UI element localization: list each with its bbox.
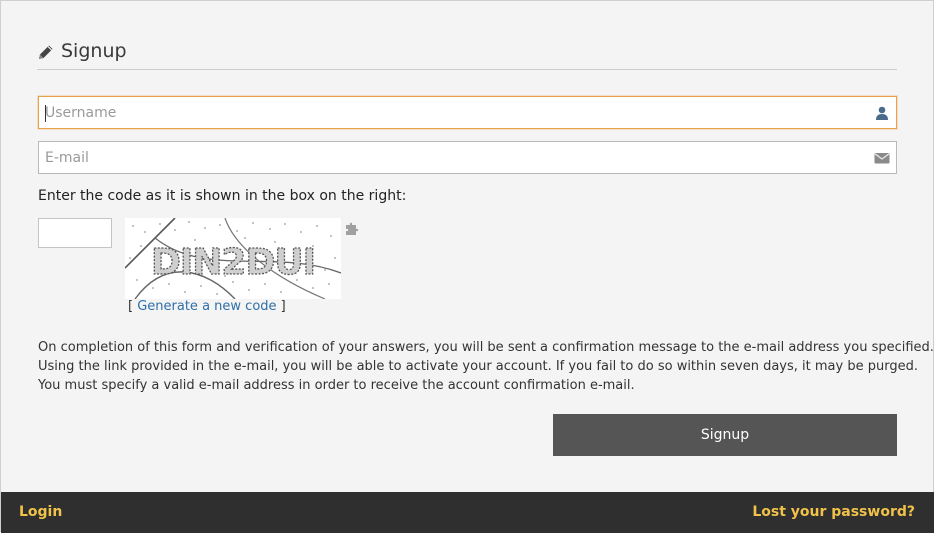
signup-info-text: On completion of this form and verificat… — [38, 338, 934, 395]
bracket-open: [ — [128, 299, 134, 314]
generate-new-code-link[interactable]: Generate a new code — [137, 299, 276, 314]
info-line-3: You must specify a valid e-mail address … — [38, 378, 635, 393]
lost-password-link[interactable]: Lost your password? — [752, 504, 915, 520]
signup-header: Signup — [37, 39, 897, 70]
footer-bar: Login Lost your password? — [1, 492, 934, 533]
login-link[interactable]: Login — [19, 504, 62, 520]
code-instruction-label: Enter the code as it is shown in the box… — [38, 188, 407, 204]
user-icon — [876, 106, 888, 120]
captcha-code-input[interactable] — [38, 218, 112, 248]
username-field-wrapper — [38, 96, 897, 129]
info-line-1: On completion of this form and verificat… — [38, 340, 934, 355]
generate-code-row: [ Generate a new code ] — [128, 299, 286, 314]
envelope-icon — [874, 153, 890, 164]
page-title: Signup — [61, 40, 127, 62]
email-field-wrapper — [38, 141, 897, 174]
captcha-image: DIN2DUI — [125, 218, 341, 299]
text-cursor — [45, 105, 46, 122]
username-input[interactable] — [39, 97, 896, 128]
signup-panel: Signup Enter the code as it is shown in … — [0, 0, 934, 533]
info-line-2: Using the link provided in the e-mail, y… — [38, 359, 918, 374]
pencil-icon — [39, 45, 53, 59]
captcha-text: DIN2DUI — [151, 242, 315, 283]
bracket-close: ] — [280, 299, 286, 314]
puzzle-icon[interactable] — [343, 219, 361, 237]
signup-button[interactable]: Signup — [553, 414, 897, 456]
email-input[interactable] — [39, 142, 896, 173]
